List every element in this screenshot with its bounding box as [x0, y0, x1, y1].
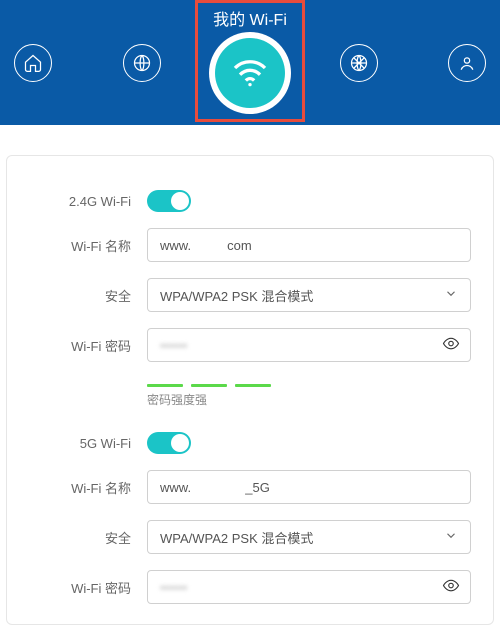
eye-icon[interactable]: [442, 335, 460, 356]
wifi5-password-label: Wi-Fi 密码: [29, 578, 147, 597]
my-wifi-tab[interactable]: 我的 Wi-Fi: [195, 0, 305, 122]
wifi24-password-value: ••••••: [160, 338, 187, 353]
wifi24-password-label: Wi-Fi 密码: [29, 336, 147, 355]
wifi24-name-input[interactable]: [147, 228, 471, 262]
wifi24-password-input[interactable]: ••••••: [147, 328, 471, 362]
user-icon[interactable]: [448, 44, 486, 82]
wifi24-toggle[interactable]: [147, 190, 191, 212]
wifi-settings-panel: 2.4G Wi-Fi Wi-Fi 名称 安全 WPA/WPA2 PSK 混合模式…: [6, 155, 494, 625]
wifi5-password-input[interactable]: ••••••: [147, 570, 471, 604]
globe-alt-icon[interactable]: [340, 44, 378, 82]
wifi24-security-value: WPA/WPA2 PSK 混合模式: [160, 286, 313, 305]
wifi24-name-label: Wi-Fi 名称: [29, 236, 147, 255]
wifi-icon: [215, 38, 285, 108]
wifi5-name-input[interactable]: [147, 470, 471, 504]
wifi5-security-value: WPA/WPA2 PSK 混合模式: [160, 528, 313, 547]
chevron-down-icon: [444, 529, 458, 546]
wifi5-toggle[interactable]: [147, 432, 191, 454]
wifi24-security-label: 安全: [29, 286, 147, 305]
password-strength-bars: [147, 384, 471, 387]
wifi24-security-select[interactable]: WPA/WPA2 PSK 混合模式: [147, 278, 471, 312]
app-header: 我的 Wi-Fi: [0, 0, 500, 125]
wifi5-security-label: 安全: [29, 528, 147, 547]
wifi5-password-value: ••••••: [160, 580, 187, 595]
wifi5-security-select[interactable]: WPA/WPA2 PSK 混合模式: [147, 520, 471, 554]
home-icon[interactable]: [14, 44, 52, 82]
eye-icon[interactable]: [442, 577, 460, 598]
wifi5-section-label: 5G Wi-Fi: [29, 436, 147, 451]
wifi24-section-label: 2.4G Wi-Fi: [29, 194, 147, 209]
wifi5-name-label: Wi-Fi 名称: [29, 478, 147, 497]
password-strength-text: 密码强度强: [147, 391, 471, 408]
chevron-down-icon: [444, 287, 458, 304]
page-title: 我的 Wi-Fi: [195, 0, 305, 30]
globe-icon[interactable]: [123, 44, 161, 82]
